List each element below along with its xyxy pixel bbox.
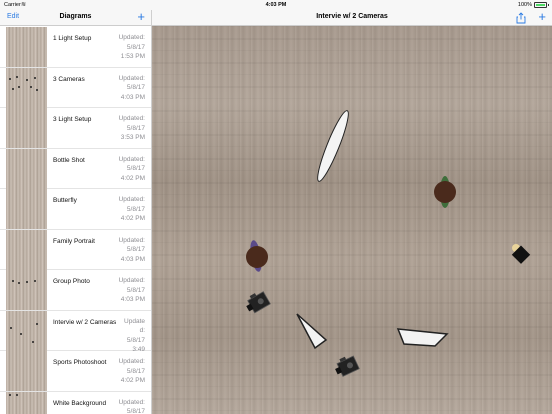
diagram-list-panel: Edit Diagrams + 1 Light Setup Updated: 5/8… <box>0 10 152 414</box>
person-left-icon[interactable] <box>246 239 268 272</box>
diagram-thumbnail <box>6 270 47 310</box>
diagram-updated: Updated: 5/8/17 <box>119 398 145 414</box>
diagram-updated: Updated: 5/8/17 1:53 PM <box>119 33 145 62</box>
diagram-thumbnail <box>6 310 47 351</box>
updated-line: 5/8/17 <box>126 246 145 253</box>
updated-line: 5/8/17 <box>126 336 145 344</box>
diagram-thumbnail <box>6 189 47 229</box>
spot-light-icon[interactable] <box>511 244 531 264</box>
detail-title: Intervie w/ 2 Cameras <box>316 13 388 20</box>
diagram-canvas[interactable] <box>152 26 552 414</box>
updated-line: d: <box>139 327 145 334</box>
list-item[interactable]: Bottle Shot Updated: 5/8/17 4:02 PM <box>0 148 151 189</box>
updated-line: 4:02 PM <box>120 377 145 384</box>
updated-line: 5/8/17 <box>126 408 145 414</box>
diagram-name: Intervie w/ 2 Cameras <box>53 318 117 326</box>
updated-line: Updated: <box>118 398 145 406</box>
master-nav-bar: Edit Diagrams + <box>0 10 151 26</box>
updated-line: Updated: <box>118 277 145 284</box>
diagram-updated: Updated: 5/8/17 4:02 PM <box>119 357 145 386</box>
updated-line: 5/8/17 <box>126 124 145 132</box>
list-item[interactable]: 1 Light Setup Updated: 5/8/17 1:53 PM <box>0 27 151 68</box>
list-item[interactable]: Sports Photoshoot Updated: 5/8/17 4:02 PM <box>0 351 151 392</box>
updated-line: 4:03 PM <box>120 93 145 101</box>
updated-line: 1:53 PM <box>120 53 145 60</box>
add-diagram-button[interactable]: + <box>137 10 145 24</box>
camera-1-icon[interactable] <box>243 289 271 315</box>
updated-line: 4:02 PM <box>120 174 145 182</box>
diagram-list: 1 Light Setup Updated: 5/8/17 1:53 PM 3 Came… <box>0 27 151 414</box>
updated-line: Updated: <box>118 358 145 365</box>
updated-line: Updated: <box>118 155 145 163</box>
softbox-2-icon[interactable] <box>396 328 449 347</box>
diagram-updated: Updated: 5/8/17 4:03 PM <box>119 236 145 265</box>
diagram-name: 3 Light Setup <box>53 116 92 123</box>
list-item[interactable]: Butterfly Updated: 5/8/17 4:02 PM <box>0 189 151 230</box>
battery-icon <box>534 2 549 8</box>
share-icon[interactable] <box>516 12 526 24</box>
status-bar: Carrier ≋ 4:03 PM 100% <box>0 0 552 10</box>
add-item-button[interactable]: + <box>538 10 546 24</box>
updated-line: 5/8/17 <box>126 205 145 213</box>
list-item[interactable]: Group Photo Updated: 5/8/17 4:03 PM <box>0 270 151 311</box>
list-item[interactable]: White Background Updated: 5/8/17 <box>0 391 151 414</box>
updated-line: 4:03 PM <box>120 296 145 303</box>
diagram-thumbnail <box>6 229 47 270</box>
list-item[interactable]: 3 Light Setup Updated: 5/8/17 3:53 PM <box>0 108 151 149</box>
updated-line: 5/8/17 <box>126 286 145 294</box>
diagram-thumbnail <box>6 148 47 189</box>
battery-percent: 100% <box>517 2 532 8</box>
diagram-name: Sports Photoshoot <box>53 359 107 366</box>
diagram-name: 3 Cameras <box>53 75 85 83</box>
diagram-detail: Intervie w/ 2 Cameras + <box>152 10 552 414</box>
diagram-name: Family Portrait <box>53 237 95 245</box>
list-item[interactable]: Family Portrait Updated: 5/8/17 4:03 PM <box>0 229 151 270</box>
diagram-name: Group Photo <box>53 278 90 285</box>
updated-line: Update <box>124 317 145 325</box>
updated-line: 5/8/17 <box>126 84 145 91</box>
updated-line: 4:03 PM <box>120 255 145 263</box>
updated-line: Updated: <box>118 196 145 203</box>
camera-2-icon[interactable] <box>332 353 360 378</box>
updated-line: 5/8/17 <box>126 43 145 51</box>
diagram-updated: Updated: 5/8/17 4:02 PM <box>119 195 145 224</box>
diagram-name: Bottle Shot <box>53 156 85 164</box>
light-panel-icon[interactable] <box>313 109 353 184</box>
softbox-1-icon[interactable] <box>296 313 328 350</box>
list-item[interactable]: Intervie w/ 2 CamerasUpdated:5/8/173:49P… <box>0 310 151 363</box>
diagram-name: Butterfly <box>53 197 77 204</box>
diagram-updated: Updated: 5/8/17 4:03 PM <box>119 74 145 103</box>
updated-line: Updated: <box>118 34 145 41</box>
updated-line: 5/8/17 <box>126 367 145 375</box>
updated-line: 4:02 PM <box>120 215 145 222</box>
diagram-thumbnail <box>6 27 47 67</box>
diagram-updated: Updated: 5/8/17 4:02 PM <box>119 155 145 184</box>
updated-line: Updated: <box>118 74 145 82</box>
diagram-updated: Updated: 5/8/17 4:03 PM <box>119 276 145 305</box>
diagram-name: White Background <box>53 399 107 407</box>
diagram-updated: Updated: 5/8/17 3:53 PM <box>119 114 145 143</box>
master-title: Diagrams <box>59 13 92 20</box>
diagram-thumbnail <box>6 351 47 391</box>
diagram-name: 1 Light Setup <box>53 35 92 42</box>
updated-line: Updated: <box>118 236 145 244</box>
updated-line: Updated: <box>118 115 145 122</box>
list-item[interactable]: 3 Cameras Updated: 5/8/17 4:03 PM <box>0 67 151 108</box>
updated-line: 5/8/17 <box>126 165 145 172</box>
updated-line: 3:53 PM <box>120 134 145 141</box>
person-right-icon[interactable] <box>434 176 456 208</box>
detail-nav-bar: Intervie w/ 2 Cameras + <box>152 10 552 26</box>
diagram-thumbnail <box>6 67 47 108</box>
diagram-thumbnail <box>6 391 47 414</box>
status-time: 4:03 PM <box>265 2 287 8</box>
diagram-thumbnail <box>6 108 47 148</box>
